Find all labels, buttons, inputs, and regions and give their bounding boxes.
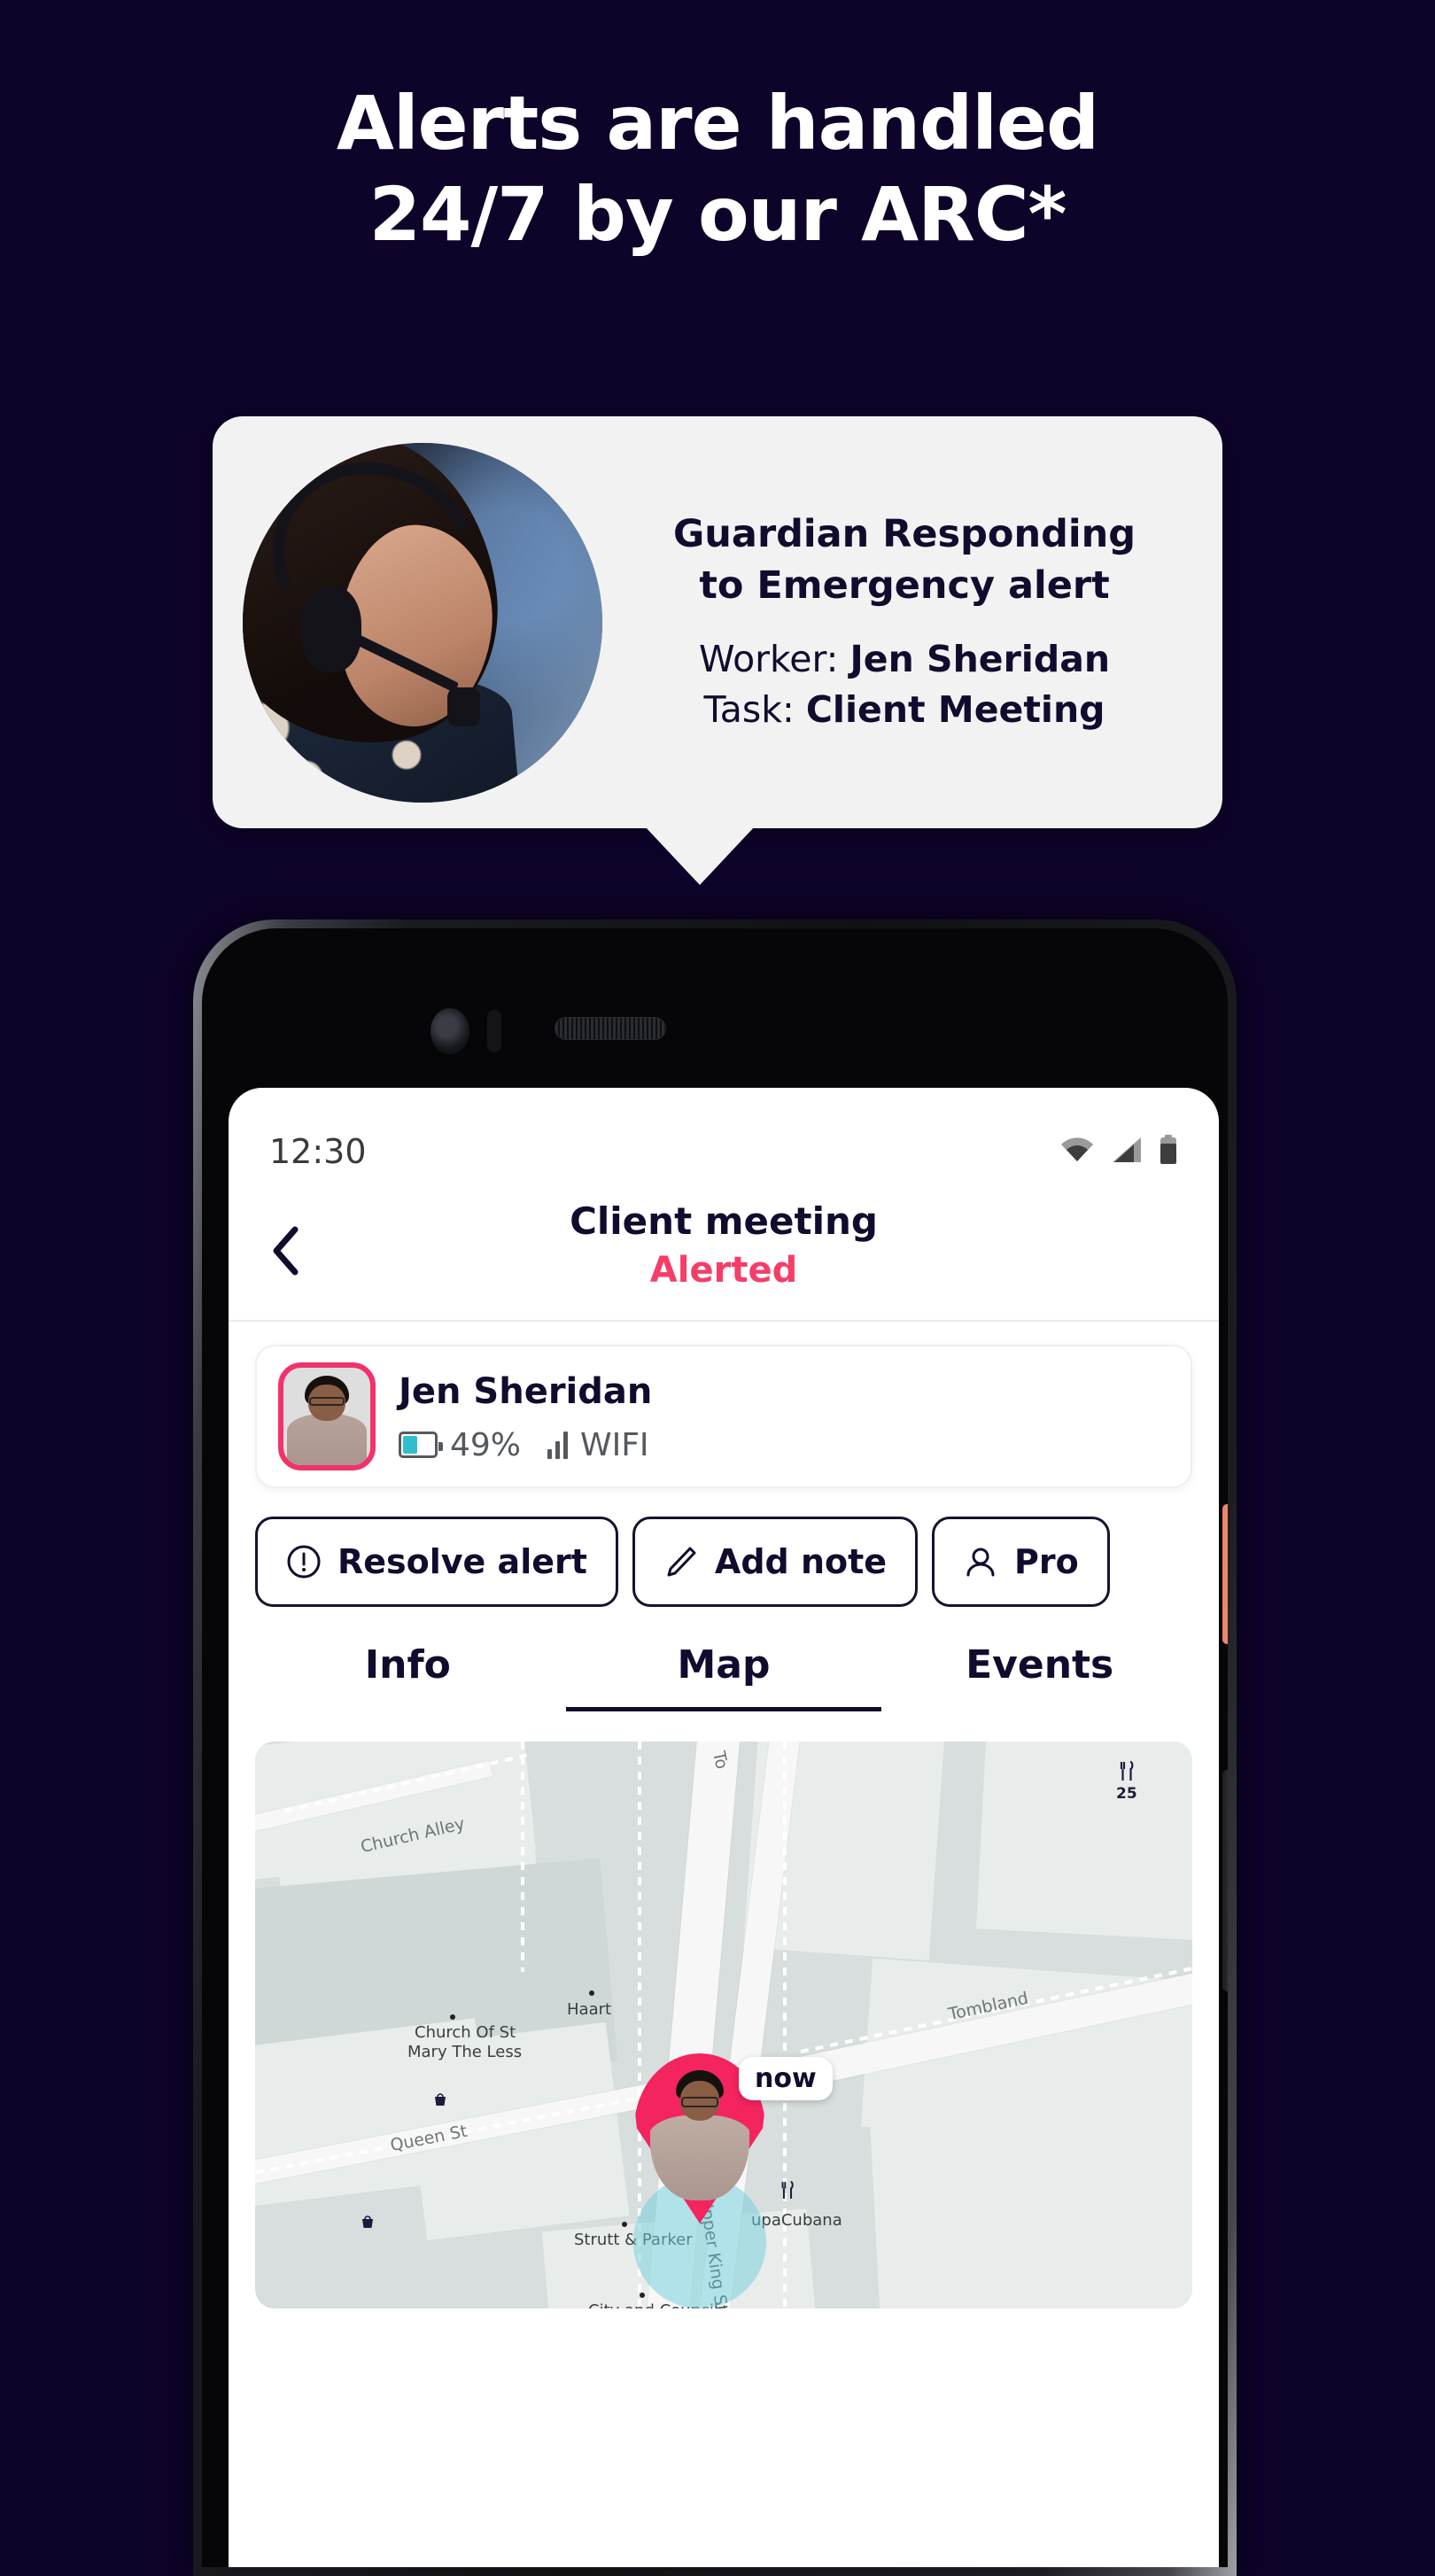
guardian-response-card: Guardian Responding to Emergency alert W… xyxy=(213,416,1222,828)
tab-map[interactable]: Map xyxy=(565,1642,882,1711)
bubble-title-line-1: Guardian Responding xyxy=(673,512,1136,557)
proximity-sensor-icon xyxy=(487,1010,501,1052)
map-canvas: Church Alley Queen St Tombland To Upper … xyxy=(255,1742,1192,2308)
add-note-button[interactable]: Add note xyxy=(632,1517,919,1607)
map-poi-label: Mary The Less xyxy=(407,2043,523,2061)
phone-screen: 12:30 Client meeting Alerted Jen Sherida… xyxy=(229,1088,1219,2567)
profile-button[interactable]: Pro xyxy=(932,1517,1110,1607)
bubble-title-line-2: to Emergency alert xyxy=(699,563,1110,608)
power-button[interactable] xyxy=(1222,1504,1228,1644)
bubble-worker-label: Worker: xyxy=(698,637,839,680)
map-view[interactable]: Church Alley Queen St Tombland To Upper … xyxy=(255,1742,1192,2308)
tab-info[interactable]: Info xyxy=(250,1642,566,1711)
app-header: Client meeting Alerted xyxy=(229,1187,1219,1322)
call-center-operator-photo xyxy=(243,442,602,803)
now-badge: now xyxy=(739,2057,833,2100)
restaurant-badge: 25 xyxy=(1116,1785,1137,1803)
wifi-icon xyxy=(1059,1137,1095,1168)
headline-line-1: Alerts are handled xyxy=(336,80,1099,167)
action-button-row: Resolve alert Add note Pro xyxy=(255,1517,1219,1607)
earpiece-speaker-icon xyxy=(555,1017,666,1040)
speech-bubble-tail xyxy=(645,826,755,885)
bubble-task-value: Client Meeting xyxy=(805,687,1105,731)
bubble-worker-value: Jen Sheridan xyxy=(849,637,1111,680)
tab-bar: Info Map Events xyxy=(229,1642,1219,1711)
alert-circle-icon xyxy=(287,1545,321,1579)
signal-strength-icon xyxy=(547,1431,569,1459)
volume-button[interactable] xyxy=(1222,1770,1228,1991)
front-camera-icon xyxy=(430,1008,469,1054)
status-bar-time: 12:30 xyxy=(269,1132,367,1171)
task-title: Client meeting xyxy=(570,1199,878,1243)
map-poi-dot xyxy=(622,2222,627,2227)
status-badge: Alerted xyxy=(649,1250,798,1292)
guardian-response-text: Guardian Responding to Emergency alert W… xyxy=(602,509,1192,734)
restaurant-icon xyxy=(780,2181,795,2205)
map-poi-dot xyxy=(589,1990,594,1996)
map-poi-dot xyxy=(640,2293,645,2298)
battery-level-icon xyxy=(399,1432,443,1458)
battery-icon xyxy=(1159,1134,1178,1169)
worker-name: Jen Sheridan xyxy=(399,1370,653,1412)
avatar xyxy=(278,1362,376,1470)
status-bar: 12:30 xyxy=(229,1088,1219,1187)
worker-card[interactable]: Jen Sheridan 49% WIFI xyxy=(255,1345,1192,1488)
shop-bag-icon xyxy=(360,2213,376,2234)
add-note-label: Add note xyxy=(714,1542,888,1581)
back-button[interactable] xyxy=(260,1226,310,1276)
phone-mockup: 12:30 Client meeting Alerted Jen Sherida… xyxy=(193,919,1237,2576)
headline-line-2: 24/7 by our ARC* xyxy=(368,171,1067,259)
shop-bag-icon xyxy=(432,2091,448,2112)
page-title: Alerts are handled 24/7 by our ARC* xyxy=(0,78,1435,261)
battery-percent-label: 49% xyxy=(450,1426,522,1463)
map-poi-label: Haart xyxy=(567,2000,612,2019)
bubble-task-row: Task: Client Meeting xyxy=(617,685,1192,735)
profile-label: Pro xyxy=(1014,1542,1079,1581)
person-icon xyxy=(966,1548,995,1577)
map-poi-label: Church Of St xyxy=(415,2023,516,2042)
network-label: WIFI xyxy=(580,1426,649,1463)
resolve-alert-button[interactable]: Resolve alert xyxy=(255,1517,618,1607)
map-poi-dot xyxy=(450,2014,455,2020)
cellular-signal-icon xyxy=(1111,1137,1143,1168)
bubble-worker-row: Worker: Jen Sheridan xyxy=(617,634,1192,685)
chevron-left-icon xyxy=(273,1226,299,1276)
restaurant-icon: 25 xyxy=(1116,1760,1137,1803)
bubble-task-label: Task: xyxy=(703,687,795,731)
resolve-alert-label: Resolve alert xyxy=(337,1542,587,1581)
tab-events[interactable]: Events xyxy=(881,1642,1198,1711)
pencil-icon xyxy=(667,1547,696,1577)
